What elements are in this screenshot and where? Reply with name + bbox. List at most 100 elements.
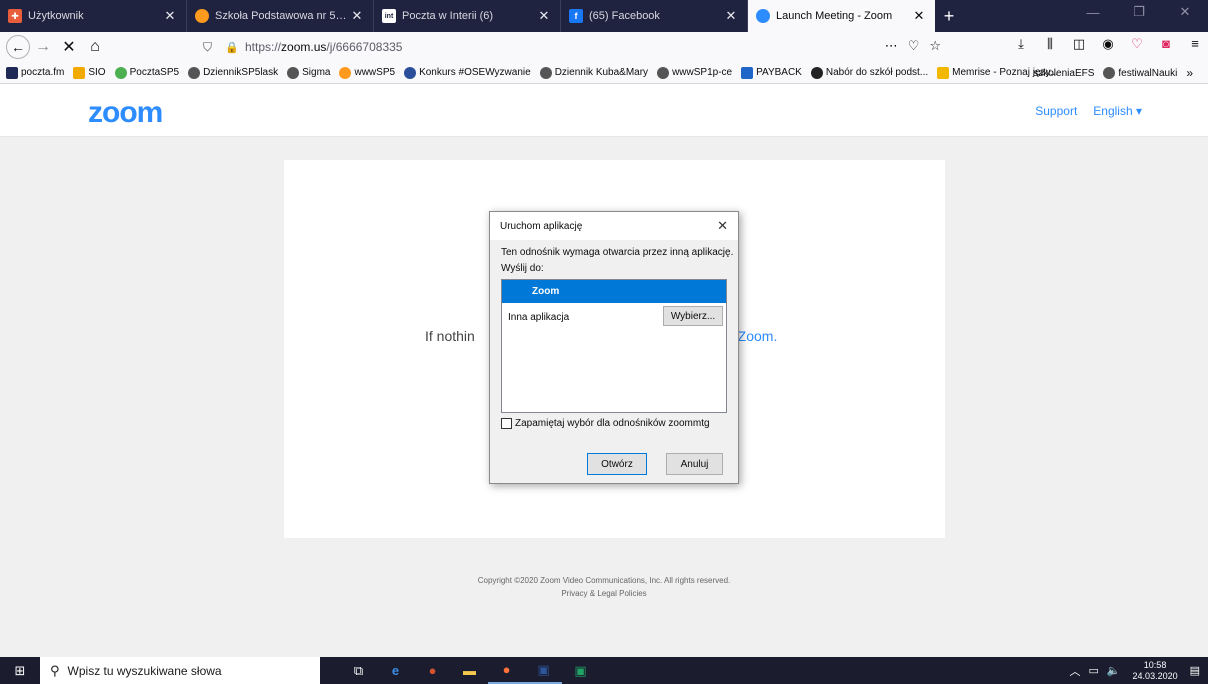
navigation-bar: ← → ✕ ⌂ ⛉ 🔒 https://zoom.us/j/6666708335… (0, 32, 1208, 62)
forward-icon[interactable]: → (30, 34, 56, 60)
list-item-other-app[interactable]: Inna aplikacja Wybierz... (502, 305, 726, 329)
list-item-zoom[interactable]: Zoom (502, 280, 726, 303)
bookmark-item[interactable]: PAYBACK (741, 66, 802, 79)
bookmark-item[interactable]: wwwSP5 (339, 66, 395, 79)
network-icon[interactable]: ▭ (1088, 664, 1098, 677)
close-icon[interactable]: ✕ (162, 8, 178, 24)
word-icon[interactable]: ▣ (525, 657, 562, 684)
globe-icon (1103, 67, 1116, 79)
memrise-icon (937, 66, 950, 79)
account-icon[interactable]: ◉ (1099, 36, 1117, 52)
bookmark-item[interactable]: wwwSP1p-ce (657, 66, 732, 79)
extension-icon[interactable]: ◙ (1157, 36, 1175, 52)
copyright-text: Copyright ©2020 Zoom Video Communication… (477, 576, 731, 585)
bookmark-item[interactable]: DziennikSP5lask (188, 66, 278, 79)
volume-icon[interactable]: 🔈 (1107, 664, 1121, 677)
remember-choice[interactable]: Zapamiętaj wybór dla odnośników zoommtg (501, 418, 710, 429)
school-icon (339, 66, 352, 79)
sidebar-icon[interactable]: ◫ (1070, 36, 1088, 52)
remember-checkbox[interactable] (501, 418, 512, 429)
bookmark-item[interactable]: Dziennik Kuba&Mary (539, 66, 648, 79)
bookmark-item[interactable]: poczta.fm (6, 66, 64, 79)
bookmark-item[interactable]: Nabór do szkół podst... (810, 66, 928, 79)
download-icon[interactable]: ⤓ (1012, 36, 1030, 52)
pocket-ext-icon[interactable]: ♡ (1128, 36, 1146, 52)
search-placeholder: Wpisz tu wyszukiwane słowa (67, 663, 222, 678)
tab-szkola[interactable]: Szkoła Podstawowa nr 5 im. M ✕ (187, 0, 374, 32)
shield-icon[interactable]: ⛉ (203, 40, 219, 55)
remember-label[interactable]: Zapamiętaj wybór dla odnośników zoommtg (515, 418, 710, 429)
dialog-description: Ten odnośnik wymaga otwarcia przez inną … (501, 247, 734, 258)
more-actions-icon[interactable]: ⋯ (885, 38, 898, 54)
dialog-title: Uruchom aplikację (500, 220, 583, 232)
bookmark-star-icon[interactable]: ☆ (929, 38, 941, 54)
globe-icon (539, 66, 552, 79)
tab-title: Szkoła Podstawowa nr 5 im. M (215, 10, 349, 22)
cancel-button[interactable]: Anuluj (666, 453, 723, 475)
pocket-icon[interactable]: ♡ (908, 38, 920, 54)
menu-icon[interactable]: ≡ (1186, 36, 1204, 52)
zoom-logo[interactable]: zoom (88, 96, 163, 130)
stop-icon[interactable]: ✕ (56, 34, 82, 60)
excel-icon[interactable]: ▣ (562, 657, 599, 684)
back-icon[interactable]: ← (6, 35, 30, 59)
support-link[interactable]: Support (1035, 104, 1077, 118)
chevron-up-icon[interactable]: ︿ (1069, 663, 1080, 679)
dialog-titlebar: Uruchom aplikację ✕ (490, 212, 738, 240)
tab-uzytkownik[interactable]: ✚ Użytkownik ✕ (0, 0, 187, 32)
file-explorer-icon[interactable]: ▬ (451, 657, 488, 684)
bookmark-item[interactable]: Konkurs #OSEWyzwanie (404, 66, 531, 79)
minimize-icon[interactable]: — (1070, 0, 1116, 24)
notifications-icon[interactable]: ▤ (1190, 664, 1200, 677)
windows-start-icon[interactable]: ⊞ (0, 657, 40, 684)
search-icon: ⚲ (50, 662, 60, 678)
close-icon[interactable]: ✕ (349, 8, 365, 24)
open-button[interactable]: Otwórz (587, 453, 647, 475)
bookmarks-right: szkoleniaEFS festiwalNauki » (1033, 66, 1202, 80)
tab-strip: ✚ Użytkownik ✕ Szkoła Podstawowa nr 5 im… (0, 0, 1208, 32)
bookmark-item[interactable]: SIO (73, 66, 106, 79)
choose-button[interactable]: Wybierz... (663, 306, 723, 326)
taskbar: ⊞ ⚲ Wpisz tu wyszukiwane słowa ⧉ e ● ▬ ●… (0, 657, 1208, 684)
restore-icon[interactable]: ❐ (1116, 0, 1162, 24)
clock[interactable]: 10:58 24.03.2020 (1133, 660, 1178, 682)
bookmark-item[interactable]: Sigma (287, 66, 330, 79)
tab-zoom[interactable]: Launch Meeting - Zoom ✕ (748, 0, 935, 32)
library-icon[interactable]: ⫼ (1041, 36, 1059, 52)
lock-icon[interactable]: 🔒 (225, 41, 241, 54)
home-icon[interactable]: ⌂ (82, 34, 108, 60)
tab-title: Użytkownik (28, 10, 84, 22)
url-text[interactable]: https://zoom.us/j/6666708335 (245, 40, 402, 54)
language-dropdown[interactable]: English ▾ (1093, 104, 1142, 118)
tab-title: (65) Facebook (589, 10, 660, 22)
payback-icon (741, 66, 754, 79)
firefox-icon[interactable]: ● (488, 657, 525, 684)
ose-icon (404, 66, 417, 79)
zoom-header: zoom Support English ▾ (0, 84, 1208, 137)
close-icon[interactable]: ✕ (723, 8, 739, 24)
powerpoint-icon[interactable]: ● (414, 657, 451, 684)
taskbar-search[interactable]: ⚲ Wpisz tu wyszukiwane słowa (40, 657, 320, 684)
application-list[interactable]: Zoom Inna aplikacja Wybierz... (501, 279, 727, 413)
tab-poczta[interactable]: int Poczta w Interii (6) ✕ (374, 0, 561, 32)
url-bar[interactable]: ⛉ 🔒 https://zoom.us/j/6666708335 ⋯ ♡ ☆ (197, 35, 947, 59)
zoom-icon (756, 9, 770, 23)
close-window-icon[interactable]: ✕ (1162, 0, 1208, 24)
new-tab-button[interactable]: + (935, 0, 963, 32)
close-icon[interactable]: ✕ (717, 218, 728, 234)
page-footer: Copyright ©2020 Zoom Video Communication… (0, 574, 1208, 600)
close-icon[interactable]: ✕ (536, 8, 552, 24)
bookmarks-overflow-icon[interactable]: » (1186, 66, 1193, 80)
tab-facebook[interactable]: f (65) Facebook ✕ (561, 0, 748, 32)
close-icon[interactable]: ✕ (911, 8, 927, 24)
interia-icon: int (382, 9, 396, 23)
bookmark-item[interactable]: szkoleniaEFS (1033, 66, 1094, 80)
tab-title: Launch Meeting - Zoom (776, 10, 893, 22)
edge-icon[interactable]: e (377, 657, 414, 684)
bookmark-item[interactable]: festiwalNauki (1103, 66, 1177, 80)
privacy-link[interactable]: Privacy & Legal Policies (0, 587, 1208, 600)
bookmark-item[interactable]: PocztaSP5 (114, 66, 179, 79)
task-view-icon[interactable]: ⧉ (340, 657, 377, 684)
header-links: Support English ▾ (1035, 104, 1142, 118)
facebook-icon: f (569, 9, 583, 23)
